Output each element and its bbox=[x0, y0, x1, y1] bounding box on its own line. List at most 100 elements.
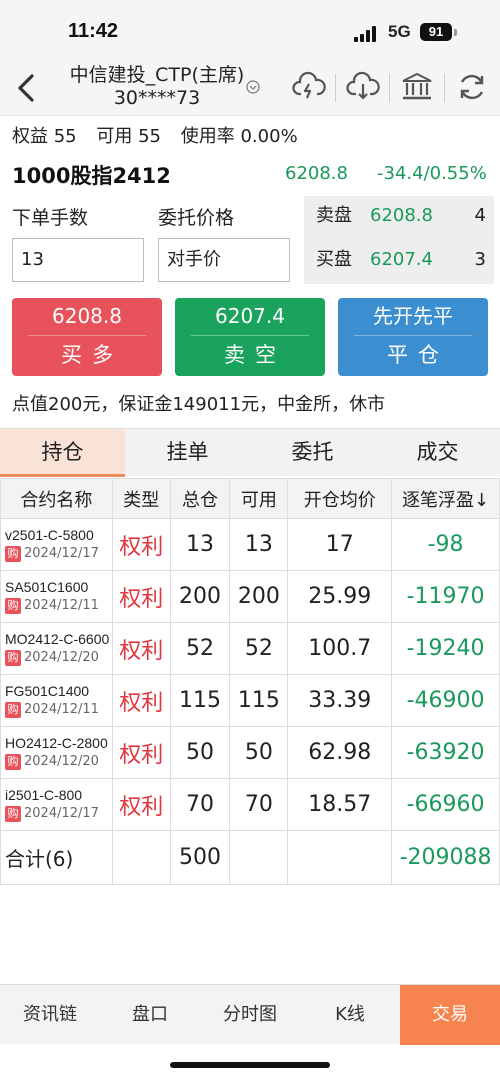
date-text: 2024/12/17 bbox=[24, 806, 99, 821]
date-text: 2024/12/11 bbox=[24, 702, 99, 717]
total-cell: 115 bbox=[169, 674, 231, 727]
bank-icon[interactable] bbox=[400, 70, 434, 104]
total-cell: 13 bbox=[169, 518, 231, 571]
col-total[interactable]: 总仓 bbox=[169, 478, 231, 519]
avg-price-cell: 33.39 bbox=[287, 674, 393, 727]
table-row[interactable]: HO2412-C-2800 购 2024/12/20 权利 50 50 62.98 -6392… bbox=[0, 726, 500, 779]
quantity-label: 下单手数 bbox=[12, 207, 89, 229]
tab-trades[interactable]: 成交 bbox=[375, 429, 500, 477]
pnl-cell: -66960 bbox=[391, 778, 500, 831]
call-tag: 购 bbox=[5, 546, 21, 562]
contract-code: HO2412-C-2800 bbox=[5, 735, 108, 751]
table-row[interactable]: FG501C1400 购 2024/12/11 权利 115 115 33.39 -46900 bbox=[0, 674, 500, 727]
tab-bar: 持仓 挂单 委托 成交 bbox=[0, 428, 500, 477]
table-row[interactable]: MO2412-C-6600 购 2024/12/20 权利 52 52 100.7 -1924… bbox=[0, 622, 500, 675]
nav-orderbook[interactable]: 盘口 bbox=[100, 985, 200, 1045]
available-cell: 200 bbox=[229, 570, 289, 623]
total-volume: 500 bbox=[169, 830, 231, 885]
nav-kline[interactable]: K线 bbox=[300, 985, 400, 1045]
available-cell: 70 bbox=[229, 778, 289, 831]
total-cell: 52 bbox=[169, 622, 231, 675]
type-cell: 权利 bbox=[111, 778, 171, 831]
contract-name[interactable]: 1000股指2412 bbox=[12, 160, 171, 190]
empty-cell bbox=[111, 830, 171, 885]
chevron-down-icon[interactable] bbox=[246, 80, 260, 94]
table-row[interactable]: i2501-C-800 购 2024/12/17 权利 70 70 18.57 -66960 bbox=[0, 778, 500, 831]
close-position-button[interactable]: 先开先平 平仓 bbox=[338, 298, 488, 376]
tab-positions[interactable]: 持仓 bbox=[0, 429, 125, 477]
nav-trade[interactable]: 交易 bbox=[400, 985, 500, 1045]
account-selector[interactable]: 中信建投_CTP(主席) 30****73 bbox=[52, 64, 262, 110]
ask-row: 卖盘 6208.8 4 bbox=[304, 196, 494, 240]
ask-volume: 4 bbox=[474, 205, 486, 226]
date-text: 2024/12/11 bbox=[24, 598, 99, 613]
cloud-upload-icon[interactable] bbox=[292, 70, 326, 104]
sell-label: 卖空 bbox=[224, 343, 286, 367]
pnl-cell: -19240 bbox=[391, 622, 500, 675]
table-row[interactable]: SA501C1600 购 2024/12/11 权利 200 200 25.99 -11970 bbox=[0, 570, 500, 623]
contract-code: SA501C1600 bbox=[5, 579, 89, 595]
available-cell: 13 bbox=[229, 518, 289, 571]
signal-icon bbox=[354, 26, 380, 42]
col-avg-price[interactable]: 开仓均价 bbox=[287, 478, 393, 519]
type-cell: 权利 bbox=[111, 570, 171, 623]
contract-info: 点值200元，保证金149011元，中金所，休市 bbox=[12, 394, 386, 415]
open-date: 购 2024/12/11 bbox=[5, 598, 112, 614]
col-available[interactable]: 可用 bbox=[229, 478, 289, 519]
type-cell: 权利 bbox=[111, 726, 171, 779]
bid-price: 6207.4 bbox=[370, 249, 433, 270]
network-label: 5G bbox=[388, 22, 411, 41]
available-cell: 50 bbox=[229, 726, 289, 779]
avg-price-cell: 17 bbox=[287, 518, 393, 571]
total-row: 合计(6) 500 -209088 bbox=[0, 830, 500, 885]
nav-news[interactable]: 资讯链 bbox=[0, 985, 100, 1045]
price-type-label: 委托价格 bbox=[158, 207, 235, 229]
account-number: 30****73 bbox=[113, 87, 201, 109]
call-tag: 购 bbox=[5, 754, 21, 770]
total-cell: 70 bbox=[169, 778, 231, 831]
price-type-select[interactable]: 对手价 bbox=[158, 238, 290, 282]
tab-pending[interactable]: 挂单 bbox=[125, 429, 250, 477]
tab-orders[interactable]: 委托 bbox=[250, 429, 375, 477]
battery-tip bbox=[454, 29, 457, 36]
divider bbox=[389, 74, 390, 102]
back-arrow-icon[interactable] bbox=[10, 68, 44, 108]
avg-price-cell: 18.57 bbox=[287, 778, 393, 831]
refresh-icon[interactable] bbox=[455, 70, 489, 104]
call-tag: 购 bbox=[5, 598, 21, 614]
col-pnl[interactable]: 逐笔浮盈↓ bbox=[391, 478, 500, 519]
call-tag: 购 bbox=[5, 806, 21, 822]
buy-long-button[interactable]: 6208.8 买多 bbox=[12, 298, 162, 376]
table-row[interactable]: v2501-C-5800 购 2024/12/17 权利 13 13 17 -98 bbox=[0, 518, 500, 571]
col-contract[interactable]: 合约名称 bbox=[0, 478, 113, 519]
buy-label: 买多 bbox=[61, 343, 123, 367]
contract-code: v2501-C-5800 bbox=[5, 527, 94, 543]
contract-cell: FG501C1400 购 2024/12/11 bbox=[0, 674, 113, 727]
avg-price-cell: 25.99 bbox=[287, 570, 393, 623]
equity: 权益 55 bbox=[12, 126, 77, 147]
buy-price: 6208.8 bbox=[28, 298, 146, 336]
col-type[interactable]: 类型 bbox=[111, 478, 171, 519]
available: 可用 55 bbox=[96, 126, 162, 147]
cloud-download-icon[interactable] bbox=[346, 70, 380, 104]
quantity-input[interactable]: 13 bbox=[12, 238, 144, 282]
open-date: 购 2024/12/20 bbox=[5, 754, 112, 770]
sell-short-button[interactable]: 6207.4 卖空 bbox=[175, 298, 325, 376]
total-pnl: -209088 bbox=[391, 830, 500, 885]
available-cell: 115 bbox=[229, 674, 289, 727]
nav-intraday[interactable]: 分时图 bbox=[200, 985, 300, 1045]
ask-price: 6208.8 bbox=[370, 205, 433, 226]
date-text: 2024/12/17 bbox=[24, 546, 99, 561]
contract-code: FG501C1400 bbox=[5, 683, 90, 699]
date-text: 2024/12/20 bbox=[24, 650, 99, 665]
pnl-cell: -98 bbox=[391, 518, 500, 571]
status-bar: 11:42 5G 91 bbox=[0, 0, 500, 60]
battery-icon: 91 bbox=[420, 23, 452, 41]
account-summary: 权益 55 可用 55 使用率 0.00% bbox=[12, 122, 312, 148]
open-date: 购 2024/12/11 bbox=[5, 702, 112, 718]
price-change: -34.4/0.55% bbox=[377, 163, 487, 184]
status-time: 11:42 bbox=[68, 20, 119, 42]
total-cell: 50 bbox=[169, 726, 231, 779]
call-tag: 购 bbox=[5, 702, 21, 718]
positions-table: 合约名称 类型 总仓 可用 开仓均价 逐笔浮盈↓ v2501-C-5800 购 20… bbox=[0, 478, 500, 885]
